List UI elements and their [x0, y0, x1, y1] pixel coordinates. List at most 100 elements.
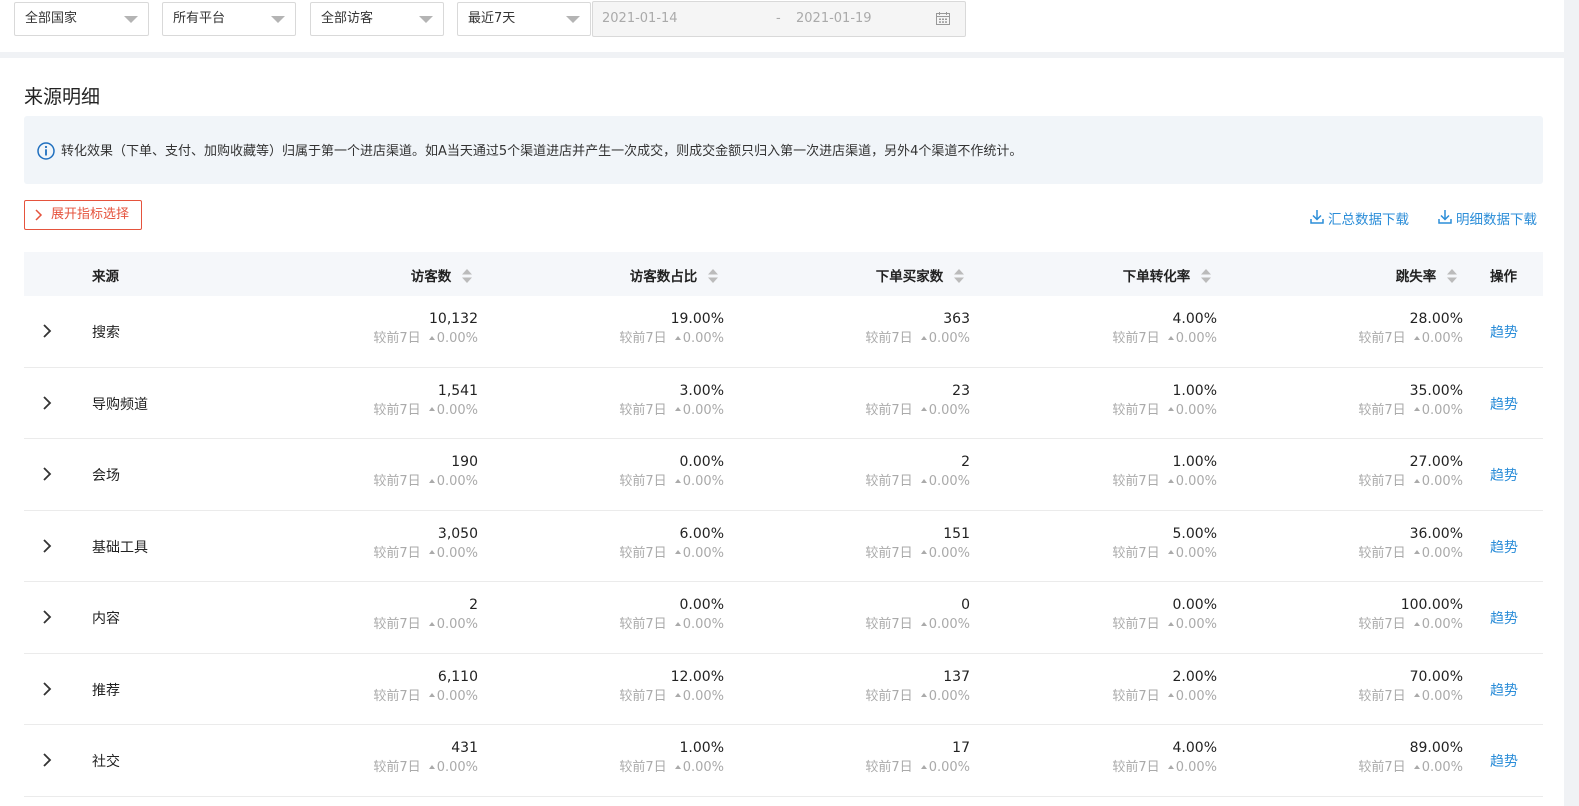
platform-select[interactable]: 所有平台 [162, 2, 296, 36]
sort-icon[interactable] [708, 269, 718, 283]
arrow-up-icon [428, 693, 435, 697]
download-summary-link[interactable]: 汇总数据下载 [1310, 208, 1409, 228]
visitor-select[interactable]: 全部访客 [310, 2, 444, 36]
expand-row-icon[interactable] [42, 538, 52, 553]
compare-label: 较前7日 [1112, 474, 1160, 489]
source-table: 来源 访客数 访客数占比 下单买家数 下单转化率 跳失率 操作 搜索 10,13… [24, 252, 1543, 797]
compare-value: 0.00% [1175, 617, 1217, 632]
cell-value: 2 [961, 454, 970, 470]
header-visitor-ratio[interactable]: 访客数占比 [630, 265, 718, 285]
trend-link[interactable]: 趋势 [1490, 537, 1518, 557]
table-row: 社交 431 较前7日 0.00% 1.00% 较前7日 0.00% 17 较前7日 0.0… [24, 725, 1543, 797]
compare-value: 0.00% [1421, 760, 1463, 775]
compare-label: 较前7日 [1358, 760, 1406, 775]
trend-link[interactable]: 趋势 [1490, 465, 1518, 485]
cell-compare: 较前7日 0.00% [619, 471, 724, 493]
header-visitors-label: 访客数 [410, 269, 452, 285]
expand-row-icon[interactable] [42, 610, 52, 624]
table-row: 基础工具 3,050 较前7日 0.00% 6.00% 较前7日 0.00% 151 较前… [24, 511, 1543, 582]
cell-compare: 较前7日 0.00% [1358, 400, 1463, 422]
cell-visitors: 2 较前7日 0.00% [373, 596, 478, 636]
expand-metrics-label: 展开指标选择 [51, 207, 130, 222]
cell-buyers: 151 较前7日 0.00% [865, 525, 970, 565]
compare-label: 较前7日 [619, 617, 667, 632]
compare-value: 0.00% [436, 760, 478, 775]
expand-row-icon[interactable] [42, 753, 52, 767]
arrow-up-icon [674, 478, 681, 483]
cell-compare: 较前7日 0.00% [619, 757, 724, 779]
compare-value: 0.00% [436, 474, 478, 489]
arrow-up-icon [920, 478, 927, 483]
arrow-up-icon [1167, 621, 1174, 626]
compare-label: 较前7日 [1112, 402, 1160, 418]
expand-metrics-button[interactable]: 展开指标选择 [24, 200, 142, 230]
sort-icon[interactable] [1447, 269, 1457, 283]
date-range-picker[interactable]: 2021-01-14 - 2021-01-19 [592, 1, 966, 37]
cell-buyers: 17 较前7日 0.00% [865, 739, 970, 779]
expand-row-icon[interactable] [42, 324, 52, 338]
cell-bounce: 35.00% 较前7日 0.00% [1358, 382, 1463, 422]
arrow-up-icon [428, 478, 435, 483]
compare-label: 较前7日 [1358, 617, 1406, 632]
arrow-up-icon [920, 764, 927, 769]
arrow-up-icon [920, 621, 927, 626]
sort-icon[interactable] [462, 269, 472, 283]
trend-link[interactable]: 趋势 [1490, 608, 1518, 628]
trend-link[interactable]: 趋势 [1490, 394, 1518, 414]
compare-label: 较前7日 [865, 331, 913, 346]
compare-value: 0.00% [682, 760, 724, 775]
sort-icon[interactable] [1201, 269, 1211, 283]
cell-compare: 较前7日 0.00% [1112, 686, 1217, 708]
compare-value: 0.00% [1175, 402, 1217, 418]
expand-row-icon[interactable] [42, 395, 52, 410]
trend-link[interactable]: 趋势 [1490, 322, 1518, 342]
period-select[interactable]: 最近7天 [457, 2, 591, 36]
cell-value: 89.00% [1409, 740, 1463, 756]
trend-link[interactable]: 趋势 [1490, 680, 1518, 700]
cell-visitors: 190 较前7日 0.00% [373, 453, 478, 493]
download-icon [1310, 210, 1324, 224]
cell-bounce: 100.00% 较前7日 0.00% [1358, 596, 1463, 636]
cell-value: 4.00% [1172, 311, 1217, 327]
cell-visitor-ratio: 19.00% 较前7日 0.00% [619, 310, 724, 350]
table-row: 搜索 10,132 较前7日 0.00% 19.00% 较前7日 0.00% 363 较前… [24, 296, 1543, 368]
country-select-value: 全部国家 [25, 11, 78, 26]
compare-value: 0.00% [1175, 760, 1217, 775]
header-buyers[interactable]: 下单买家数 [876, 265, 964, 285]
cell-compare: 较前7日 0.00% [1112, 614, 1217, 636]
cell-value: 27.00% [1409, 454, 1463, 470]
header-bounce[interactable]: 跳失率 [1396, 265, 1457, 285]
cell-buyers: 2 较前7日 0.00% [865, 453, 970, 493]
trend-link[interactable]: 趋势 [1490, 751, 1518, 771]
cell-bounce: 36.00% 较前7日 0.00% [1358, 525, 1463, 565]
cell-value: 363 [943, 311, 970, 327]
sort-icon[interactable] [954, 269, 964, 283]
cell-visitors: 6,110 较前7日 0.00% [373, 668, 478, 708]
compare-value: 0.00% [436, 688, 478, 704]
header-buyers-label: 下单买家数 [875, 269, 944, 285]
arrow-up-icon [1167, 407, 1174, 411]
table-row: 内容 2 较前7日 0.00% 0.00% 较前7日 0.00% 0 较前7日 0.00% … [24, 582, 1543, 654]
expand-row-icon[interactable] [42, 467, 52, 481]
cell-compare: 较前7日 0.00% [1358, 471, 1463, 493]
calendar-icon [936, 12, 950, 25]
country-select[interactable]: 全部国家 [14, 2, 149, 36]
cell-compare: 较前7日 0.00% [619, 543, 724, 565]
compare-value: 0.00% [1421, 545, 1463, 561]
cell-compare: 较前7日 0.00% [373, 757, 478, 779]
arrow-up-icon [1413, 621, 1420, 626]
header-visitors[interactable]: 访客数 [411, 265, 472, 285]
cell-compare: 较前7日 0.00% [865, 543, 970, 565]
cell-compare: 较前7日 0.00% [373, 328, 478, 350]
arrow-up-icon [920, 335, 927, 340]
expand-row-icon[interactable] [42, 681, 52, 696]
arrow-up-icon [428, 335, 435, 340]
cell-buyers: 363 较前7日 0.00% [865, 310, 970, 350]
compare-value: 0.00% [928, 688, 970, 704]
arrow-up-icon [428, 621, 435, 626]
download-detail-link[interactable]: 明细数据下载 [1438, 208, 1537, 228]
cell-conversion: 5.00% 较前7日 0.00% [1112, 525, 1217, 565]
cell-compare: 较前7日 0.00% [619, 400, 724, 422]
cell-compare: 较前7日 0.00% [1358, 614, 1463, 636]
header-conversion[interactable]: 下单转化率 [1123, 265, 1211, 285]
